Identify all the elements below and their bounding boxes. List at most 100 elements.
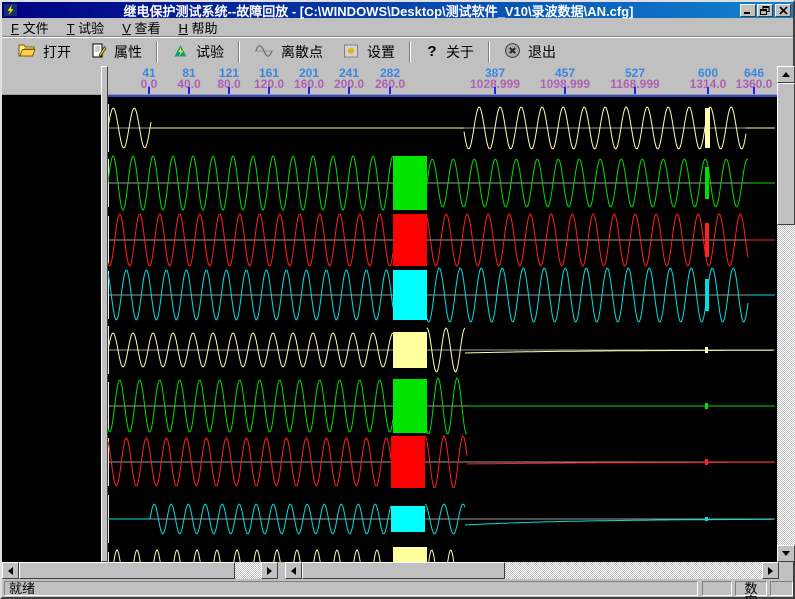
tick-mark — [634, 87, 636, 94]
open-button[interactable]: 打开 — [8, 40, 81, 64]
splitter-handle[interactable] — [101, 66, 108, 562]
tick-mark — [308, 87, 310, 94]
discrete-points-label: 离散点 — [281, 42, 323, 62]
close-button[interactable] — [775, 4, 791, 17]
tick-mark — [389, 87, 391, 94]
fault-burst-block — [393, 156, 427, 210]
restore-button[interactable] — [757, 4, 773, 17]
waveform-top-highlight — [108, 95, 777, 97]
arrow-right-icon — [768, 567, 777, 575]
settings-button[interactable]: 设置 — [333, 40, 405, 64]
open-folder-icon — [18, 43, 36, 61]
event-marker-bar — [705, 347, 708, 353]
discrete-points-button[interactable]: 离散点 — [244, 40, 333, 64]
tick-mark — [348, 87, 350, 94]
channel-label-panel: 1 Ⅰ段母线UA-82.201V至82 Ⅰ段母线UB-102.420V至3 Ⅰ段… — [2, 95, 101, 562]
fault-burst-block — [391, 506, 425, 532]
event-marker-bar — [705, 459, 708, 465]
event-marker-bar — [705, 108, 710, 148]
status-panel-num: 数字 — [735, 581, 767, 596]
test-label: 试验 — [196, 42, 224, 62]
menu-test-label: 试验 — [78, 21, 104, 36]
time-ms-label: 1360.0 — [722, 79, 777, 90]
statusbar: 就绪 数字 — [2, 580, 793, 597]
about-label: 关于 — [446, 42, 474, 62]
app-icon — [4, 3, 18, 17]
tick-mark — [564, 87, 566, 94]
event-marker-bar — [705, 517, 708, 521]
menu-file[interactable]: F 文件 — [2, 17, 58, 38]
toolbar-separator — [238, 41, 240, 63]
menu-file-label: 文件 — [23, 21, 49, 36]
event-marker-bar — [705, 167, 709, 199]
tick-mark — [268, 87, 270, 94]
menu-view[interactable]: V 查看 — [113, 17, 169, 38]
scroll-down-button[interactable] — [777, 545, 795, 562]
toolbar: 打开 属性 试验 离散点 设置 ? 关于 退出 — [2, 38, 793, 66]
waveform-area[interactable] — [108, 95, 777, 562]
exit-button[interactable]: 退出 — [494, 40, 566, 64]
exit-icon — [504, 42, 521, 62]
label-scroll-thumb[interactable] — [19, 562, 235, 579]
tick-mark — [188, 87, 190, 94]
test-bolt-icon — [172, 43, 189, 62]
tick-mark — [148, 87, 150, 94]
settings-icon — [343, 43, 360, 62]
menu-view-label: 查看 — [134, 21, 160, 36]
event-marker-bar — [705, 403, 708, 409]
x-axis-tick: 6461360.0 — [722, 68, 777, 90]
arrow-down-icon — [782, 551, 790, 560]
menu-test[interactable]: T 试验 — [58, 17, 114, 38]
tick-mark — [707, 87, 709, 94]
status-message: 就绪 — [4, 581, 698, 596]
arrow-right-icon — [267, 567, 276, 575]
app-window: 继电保护测试系统--故障回放 - [C:\WINDOWS\Desktop\测试软… — [0, 0, 795, 599]
settings-label: 设置 — [367, 42, 395, 62]
tick-mark — [494, 87, 496, 94]
about-button[interactable]: ? 关于 — [415, 40, 484, 64]
scroll-left-button[interactable] — [285, 562, 302, 579]
status-panel-caps — [702, 581, 732, 596]
event-marker-bar — [705, 223, 709, 257]
menu-file-hotkey: F — [11, 21, 19, 36]
properties-button[interactable]: 属性 — [81, 40, 152, 64]
tick-mark — [753, 87, 755, 94]
fault-burst-block — [393, 547, 427, 562]
waveform-plot — [108, 95, 777, 562]
fault-burst-block — [393, 332, 427, 368]
menu-help-hotkey: H — [179, 21, 188, 36]
menu-help-label: 帮助 — [192, 21, 218, 36]
wave-scrollbar[interactable] — [285, 562, 779, 579]
svg-text:?: ? — [427, 43, 436, 59]
menu-test-hotkey: T — [67, 21, 75, 36]
label-scrollbar[interactable] — [2, 562, 278, 579]
fault-burst-block — [393, 214, 427, 266]
minimize-button[interactable] — [740, 4, 756, 17]
vertical-scrollbar[interactable] — [777, 66, 795, 562]
sine-wave-icon — [254, 43, 274, 62]
wave-scroll-thumb[interactable] — [302, 562, 505, 579]
event-marker-bar — [705, 279, 709, 311]
fault-burst-block — [393, 270, 427, 320]
arrow-left-icon — [287, 567, 296, 575]
test-button[interactable]: 试验 — [162, 40, 234, 64]
scroll-up-button[interactable] — [777, 66, 795, 83]
properties-doc-icon — [91, 43, 107, 62]
tick-mark — [228, 87, 230, 94]
scroll-left-button[interactable] — [2, 562, 19, 579]
fault-burst-block — [391, 436, 425, 488]
menu-help[interactable]: H 帮助 — [170, 17, 227, 38]
exit-label: 退出 — [528, 42, 556, 62]
toolbar-separator — [156, 41, 158, 63]
question-mark-icon: ? — [425, 43, 439, 62]
toolbar-separator — [488, 41, 490, 63]
ruler: 410.08140.012180.0161120.0201160.0241200… — [2, 66, 777, 95]
scroll-right-button[interactable] — [261, 562, 278, 579]
arrow-left-icon — [4, 567, 13, 575]
open-label: 打开 — [43, 42, 71, 62]
menu-view-hotkey: V — [122, 21, 131, 36]
status-panel-scroll — [770, 581, 793, 596]
scroll-right-button[interactable] — [762, 562, 779, 579]
vertical-scroll-thumb[interactable] — [777, 83, 795, 225]
arrow-up-icon — [782, 68, 790, 77]
